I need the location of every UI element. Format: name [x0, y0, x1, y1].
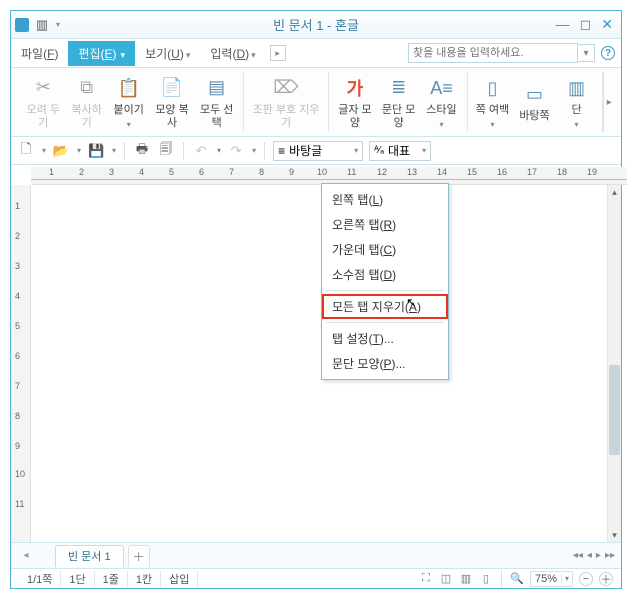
- shape-copy-button[interactable]: 📄모양 복사: [154, 75, 191, 129]
- print-icon[interactable]: 🖶: [133, 142, 151, 160]
- tab-nav-last[interactable]: ▸▸: [605, 550, 615, 561]
- ctx-left-tab[interactable]: 왼쪽 탭(L): [322, 187, 448, 212]
- zoom-in-button[interactable]: ＋: [599, 572, 613, 586]
- quick-open-icon[interactable]: ▥: [33, 16, 51, 34]
- new-doc-icon[interactable]: 🗋: [17, 142, 35, 160]
- status-page: 1/1쪽: [19, 571, 61, 587]
- redo-dropdown[interactable]: ▾: [251, 146, 256, 155]
- help-button[interactable]: ?: [601, 46, 615, 60]
- vertical-scrollbar[interactable]: ▴ ▾: [607, 185, 621, 542]
- copy-button[interactable]: ⧉복사하기: [70, 75, 104, 129]
- scrollbar-thumb[interactable]: [609, 365, 620, 455]
- app-window: ▥ ▾ 빈 문서 1 - 혼글 — ◻ ✕ 파일(F) 편집(E) 보기(U)▾…: [10, 10, 622, 589]
- cut-button[interactable]: ✂오려 두기: [25, 75, 62, 129]
- view-mode1-icon[interactable]: ⛶: [419, 572, 433, 586]
- ctx-para-shape[interactable]: 문단 모양(P)...: [322, 351, 448, 376]
- save-dropdown[interactable]: ▾: [111, 146, 116, 155]
- status-mode: 삽입: [161, 571, 198, 587]
- undo-dropdown[interactable]: ▾: [216, 146, 221, 155]
- menu-edit[interactable]: 편집(E): [68, 41, 135, 66]
- tab-nav-prev[interactable]: ◂: [587, 550, 592, 561]
- redo-icon[interactable]: ↷: [227, 142, 245, 160]
- align-icon: ≡: [278, 144, 285, 158]
- document-area: 123 456 789 101112 131415 161718 19 123 …: [11, 167, 621, 542]
- minimize-button[interactable]: —: [556, 16, 570, 33]
- titlebar: ▥ ▾ 빈 문서 1 - 혼글 — ◻ ✕: [11, 11, 621, 39]
- document-tabs: ◂ 빈 문서 1 ＋ ◂◂ ◂ ▸ ▸▸: [11, 542, 621, 568]
- preset-combo[interactable]: ᴬ⁄ₐ대표▾: [369, 141, 431, 161]
- save-icon[interactable]: 💾: [87, 142, 105, 160]
- ctx-decimal-tab[interactable]: 소수점 탭(D): [322, 262, 448, 287]
- column-button[interactable]: ▥단▾: [560, 75, 594, 129]
- ctx-separator: [326, 322, 444, 323]
- menu-file[interactable]: 파일(F): [11, 41, 68, 66]
- char-shape-button[interactable]: 가글자 모양: [337, 75, 373, 129]
- new-doc-dropdown[interactable]: ▾: [41, 146, 46, 155]
- search-input[interactable]: [408, 43, 578, 63]
- menu-input[interactable]: 입력(D)▾: [200, 41, 265, 66]
- status-line: 1줄: [95, 571, 128, 587]
- menubar: 파일(F) 편집(E) 보기(U)▾ 입력(D)▾ ▸ ▾ ?: [11, 39, 621, 67]
- clear-formatting-button[interactable]: ⌦조판 부호 지우기: [252, 75, 320, 129]
- ctx-separator: [326, 290, 444, 291]
- search-options-button[interactable]: ▾: [577, 44, 595, 62]
- ctx-tab-settings[interactable]: 탭 설정(T)...: [322, 326, 448, 351]
- maximize-button[interactable]: ◻: [580, 16, 592, 33]
- style-combo[interactable]: ≡바탕글▾: [273, 141, 363, 161]
- zoom-out-button[interactable]: −: [579, 572, 593, 586]
- menu-expand-button[interactable]: ▸: [270, 45, 286, 61]
- open-icon[interactable]: 📂: [52, 142, 70, 160]
- ctx-right-tab[interactable]: 오른쪽 탭(R): [322, 212, 448, 237]
- zoom-icon[interactable]: 🔍: [510, 572, 524, 586]
- select-all-button[interactable]: ▤모두 선택: [198, 75, 235, 129]
- zoom-combo[interactable]: 75%▾: [530, 571, 573, 587]
- status-col: 1칸: [128, 571, 161, 587]
- tab-nav-next[interactable]: ▸: [596, 550, 601, 561]
- close-button[interactable]: ✕: [601, 16, 613, 33]
- menu-view[interactable]: 보기(U)▾: [135, 41, 200, 66]
- statusbar: 1/1쪽 1단 1줄 1칸 삽입 ⛶ ◫ ▥ ▯ 🔍 75%▾ − ＋: [11, 568, 621, 588]
- open-dropdown[interactable]: ▾: [76, 146, 81, 155]
- page-margin-button[interactable]: ▯쪽 여백▾: [476, 75, 510, 129]
- para-shape-button[interactable]: ≣문단 모양: [381, 75, 417, 129]
- landscape-button[interactable]: ▭바탕쪽: [518, 81, 552, 123]
- ribbon: ✂오려 두기 ⧉복사하기 📋붙이기▾ 📄모양 복사 ▤모두 선택 ⌦조판 부호 …: [11, 67, 621, 137]
- style-button[interactable]: A≡스타일▾: [424, 75, 458, 129]
- vertical-ruler[interactable]: 123 456 789 1011: [11, 185, 31, 542]
- tab-add-button[interactable]: ＋: [128, 545, 150, 567]
- status-column: 1단: [61, 571, 94, 587]
- undo-icon[interactable]: ↶: [192, 142, 210, 160]
- context-menu: 왼쪽 탭(L) 오른쪽 탭(R) 가운데 탭(C) 소수점 탭(D) 모든 탭 …: [321, 183, 449, 380]
- paste-button[interactable]: 📋붙이기▾: [112, 75, 146, 129]
- tab-doc1[interactable]: 빈 문서 1: [55, 545, 124, 567]
- window-title: 빈 문서 1 - 혼글: [11, 15, 621, 34]
- preview-icon[interactable]: 🗐: [157, 142, 175, 160]
- tab-nav-first[interactable]: ◂◂: [573, 550, 583, 561]
- scroll-up-icon[interactable]: ▴: [608, 185, 621, 199]
- ribbon-expand-button[interactable]: ▸: [603, 72, 616, 132]
- toolbar: 🗋 ▾ 📂 ▾ 💾 ▾ 🖶 🗐 ↶ ▾ ↷ ▾ ≡바탕글▾ ᴬ⁄ₐ대표▾: [11, 137, 621, 165]
- ctx-center-tab[interactable]: 가운데 탭(C): [322, 237, 448, 262]
- view-mode3-icon[interactable]: ▥: [459, 572, 473, 586]
- scroll-down-icon[interactable]: ▾: [608, 528, 621, 542]
- view-mode4-icon[interactable]: ▯: [479, 572, 493, 586]
- ctx-clear-all-tabs[interactable]: 모든 탭 지우기(A): [322, 294, 448, 319]
- app-icon: [15, 18, 29, 32]
- view-mode2-icon[interactable]: ◫: [439, 572, 453, 586]
- tabs-left-icon[interactable]: ◂: [17, 547, 35, 565]
- quick-dropdown[interactable]: ▾: [55, 20, 60, 29]
